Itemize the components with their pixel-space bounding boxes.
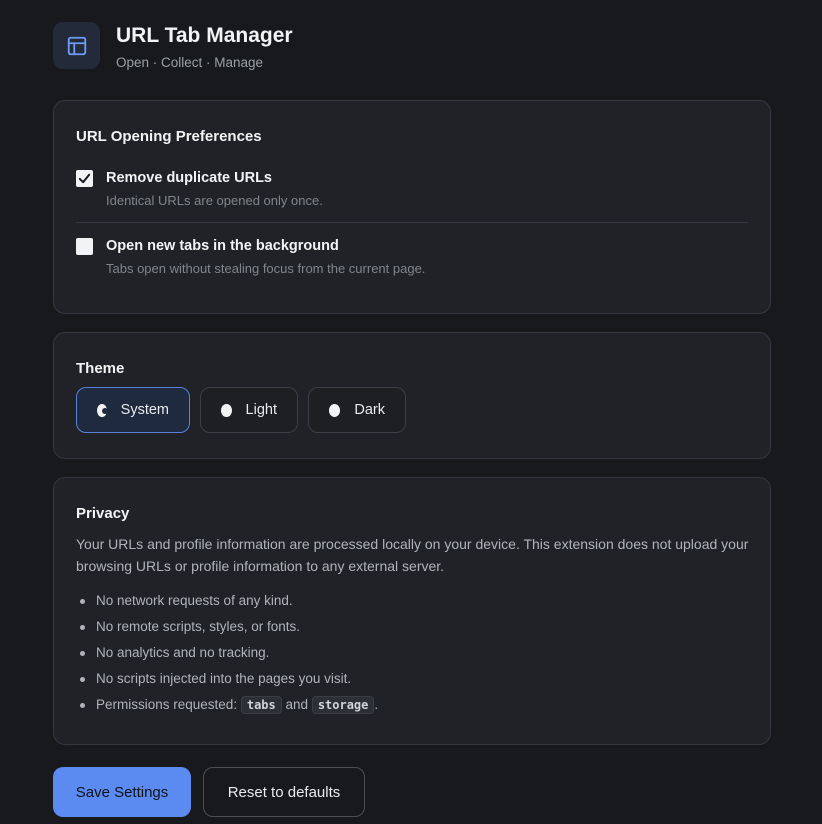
layout-panel-icon: [53, 22, 100, 69]
theme-option-label: Light: [245, 402, 277, 418]
theme-option-system[interactable]: System: [76, 387, 190, 433]
permission-tabs: tabs: [240, 696, 282, 714]
theme-option-dark[interactable]: Dark: [308, 387, 406, 433]
radio-selected-icon: [97, 403, 108, 417]
theme-option-label: Dark: [354, 402, 385, 418]
remove-duplicates-description: Identical URLs are opened only once.: [106, 193, 323, 208]
privacy-bullet-list: No network requests of any kind. No remo…: [76, 591, 378, 721]
url-preferences-card: URL Opening Preferences Remove duplicate…: [53, 100, 771, 314]
permissions-prefix: Permissions requested:: [96, 697, 238, 712]
save-settings-button[interactable]: Save Settings: [53, 767, 191, 817]
list-item: No remote scripts, styles, or fonts.: [76, 617, 378, 643]
radio-unselected-icon: [329, 403, 341, 417]
theme-radio-group: System Light Dark: [76, 387, 406, 433]
theme-option-label: System: [120, 402, 169, 418]
permission-storage: storage: [311, 696, 375, 714]
privacy-title: Privacy: [76, 505, 130, 522]
theme-card: Theme System Light Dark: [53, 332, 771, 459]
remove-duplicates-label: Remove duplicate URLs: [106, 170, 272, 186]
permissions-joiner: and: [285, 697, 309, 712]
app-header: URL Tab Manager Open · Collect · Manage: [53, 22, 293, 70]
permissions-suffix: .: [374, 697, 379, 712]
privacy-description: Your URLs and profile information are pr…: [76, 536, 749, 574]
reset-defaults-button[interactable]: Reset to defaults: [203, 767, 365, 817]
privacy-card: Privacy Your URLs and profile informatio…: [53, 477, 771, 745]
divider: [76, 222, 748, 223]
list-item: No network requests of any kind.: [76, 591, 378, 617]
theme-title: Theme: [76, 360, 125, 377]
remove-duplicates-checkbox[interactable]: [76, 170, 93, 187]
permissions-list-item: Permissions requested: tabs and storage.: [76, 695, 378, 721]
list-item: No analytics and no tracking.: [76, 643, 378, 669]
app-subtitle: Open · Collect · Manage: [116, 55, 264, 70]
settings-page: URL Tab Manager Open · Collect · Manage …: [0, 0, 822, 824]
checkmark-icon: [78, 173, 91, 184]
app-title: URL Tab Manager: [116, 24, 293, 47]
list-item: No scripts injected into the pages you v…: [76, 669, 378, 695]
open-background-checkbox[interactable]: [76, 238, 93, 255]
open-background-label: Open new tabs in the background: [106, 238, 339, 254]
radio-unselected-icon: [221, 403, 232, 417]
theme-option-light[interactable]: Light: [200, 387, 298, 433]
open-background-description: Tabs open without stealing focus from th…: [106, 261, 426, 276]
preferences-title: URL Opening Preferences: [76, 128, 262, 145]
